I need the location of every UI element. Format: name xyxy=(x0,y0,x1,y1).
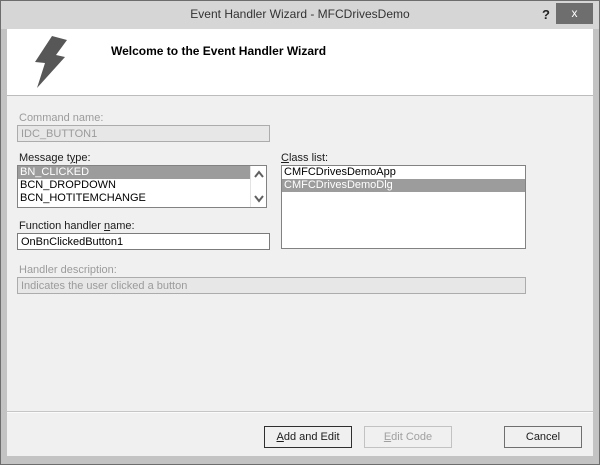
message-type-label: Message type: xyxy=(19,152,91,164)
message-type-listbox[interactable]: BN_CLICKED BCN_DROPDOWN BCN_HOTITEMCHANG… xyxy=(17,165,267,208)
list-item[interactable]: BCN_HOTITEMCHANGE xyxy=(18,192,250,205)
add-and-edit-button[interactable]: Add and Edit xyxy=(264,426,352,448)
button-row-separator xyxy=(7,411,593,413)
class-list-label: Class list: xyxy=(281,152,328,164)
event-handler-wizard-dialog: Event Handler Wizard - MFCDrivesDemo ? x… xyxy=(0,0,600,465)
command-name-label: Command name: xyxy=(19,112,103,124)
scroll-up-icon[interactable] xyxy=(253,169,265,181)
class-listbox[interactable]: CMFCDrivesDemoApp CMFCDrivesDemoDlg xyxy=(281,165,526,249)
wizard-header: Welcome to the Event Handler Wizard xyxy=(7,29,593,96)
list-item[interactable]: CMFCDrivesDemoApp xyxy=(282,166,525,179)
window-title: Event Handler Wizard - MFCDrivesDemo xyxy=(1,7,599,21)
lightning-bolt-icon xyxy=(31,36,71,88)
function-handler-name-label: Function handler name: xyxy=(19,220,135,232)
message-type-scrollbar[interactable] xyxy=(250,166,266,207)
list-item[interactable]: BCN_DROPDOWN xyxy=(18,179,250,192)
wizard-welcome-title: Welcome to the Event Handler Wizard xyxy=(111,44,326,58)
dialog-body: Welcome to the Event Handler Wizard Comm… xyxy=(7,29,593,456)
list-item[interactable]: BN_CLICKED xyxy=(18,166,250,179)
close-icon: x xyxy=(572,6,578,20)
scroll-down-icon[interactable] xyxy=(253,192,265,204)
handler-description-label: Handler description: xyxy=(19,264,117,276)
cancel-button[interactable]: Cancel xyxy=(504,426,582,448)
help-button[interactable]: ? xyxy=(537,5,555,25)
edit-code-button: Edit Code xyxy=(364,426,452,448)
titlebar[interactable]: Event Handler Wizard - MFCDrivesDemo ? x xyxy=(1,1,599,29)
list-item[interactable]: CMFCDrivesDemoDlg xyxy=(282,179,525,192)
handler-description-field: Indicates the user clicked a button xyxy=(17,277,526,294)
function-handler-name-field[interactable]: OnBnClickedButton1 xyxy=(17,233,270,250)
command-name-field: IDC_BUTTON1 xyxy=(17,125,270,142)
close-button[interactable]: x xyxy=(556,3,593,24)
